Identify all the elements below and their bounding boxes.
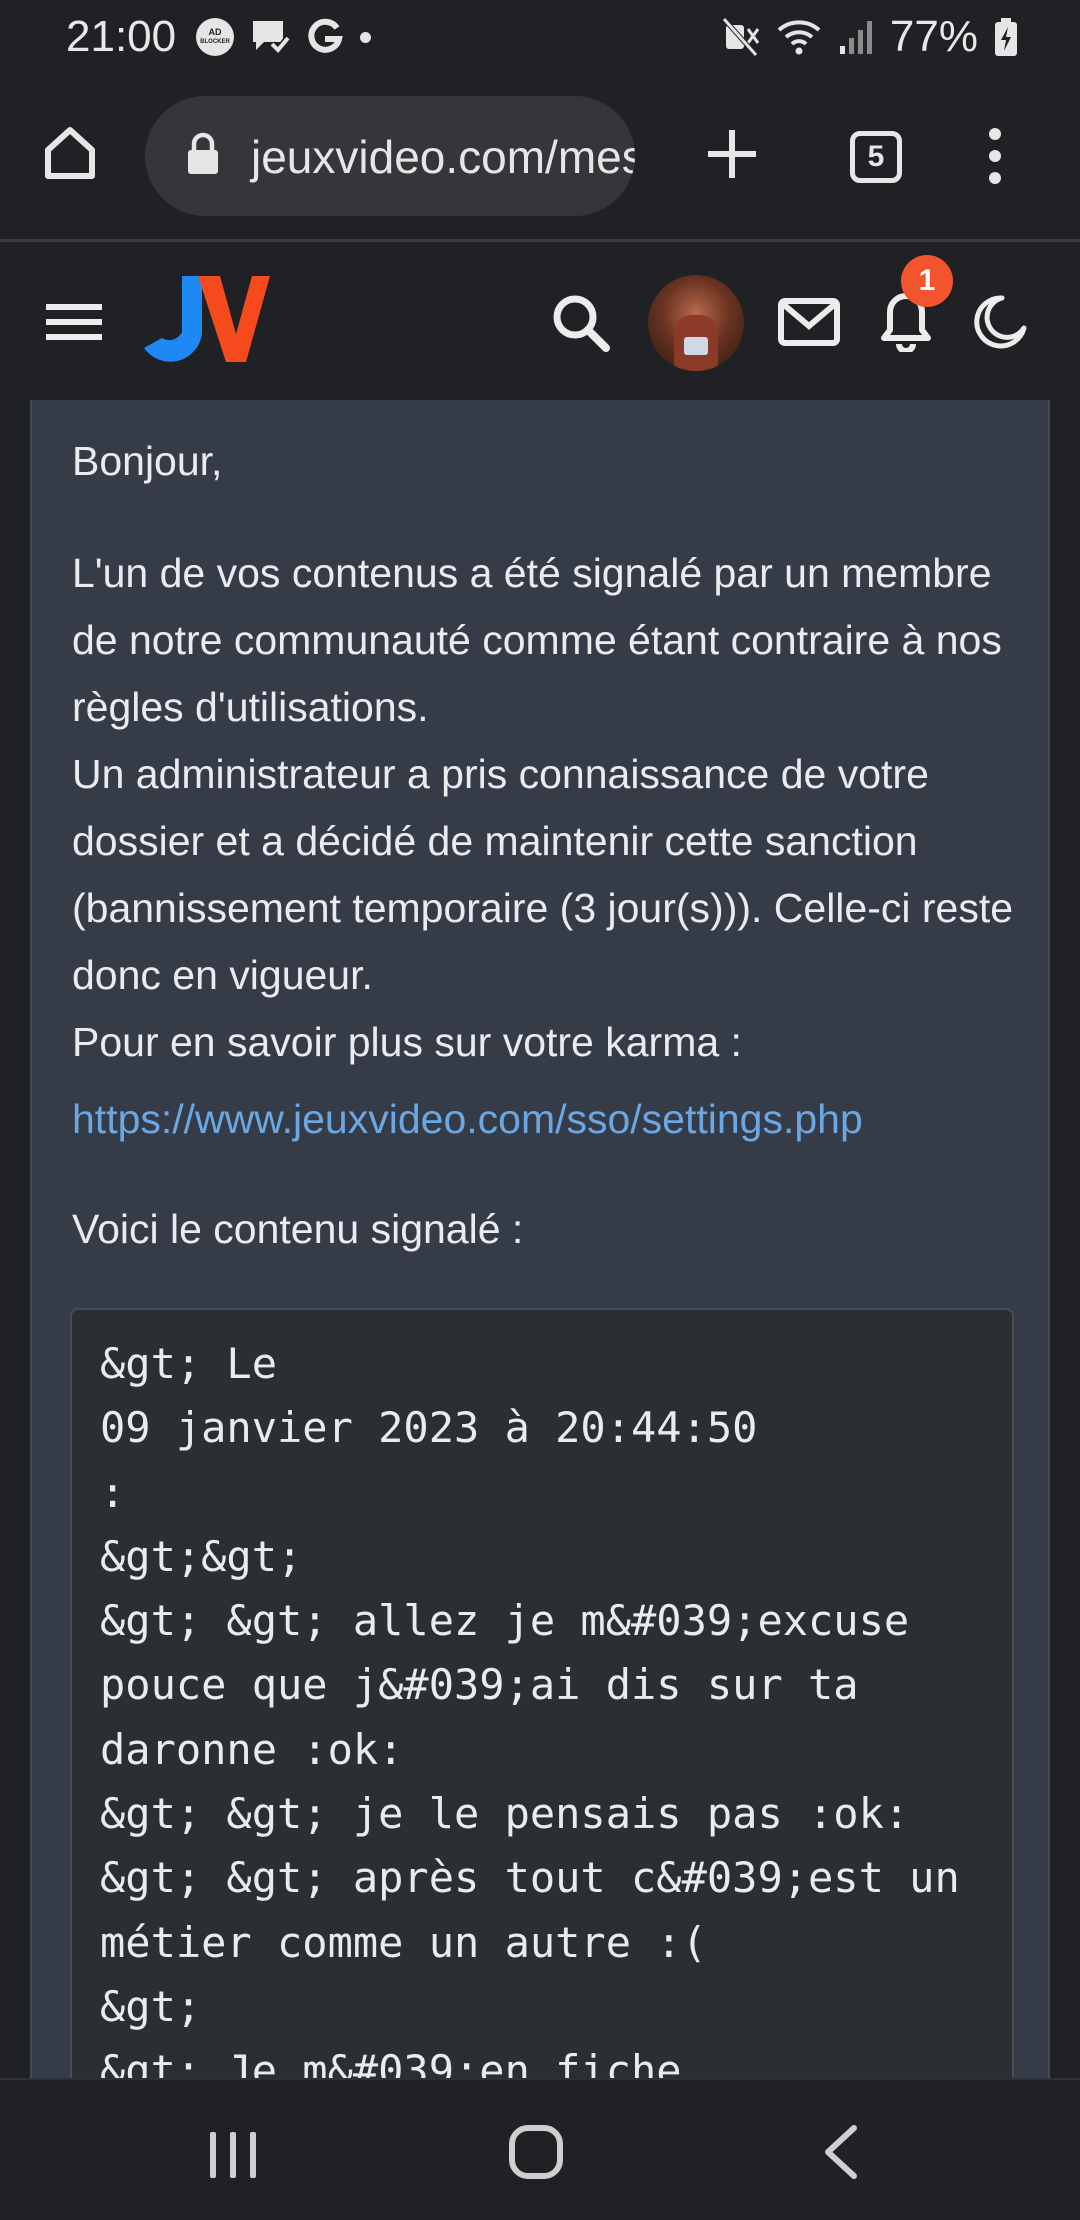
tab-switcher-button[interactable]: 5 — [850, 131, 902, 183]
wifi-icon — [777, 20, 821, 55]
status-time: 21:00 — [66, 12, 177, 61]
notification-count-badge: 1 — [901, 255, 953, 307]
message-icon — [253, 21, 290, 56]
avatar-detail — [684, 337, 708, 355]
status-bar: 21:00 AD BLOCKER 77% — [0, 0, 1080, 76]
message-card: Bonjour, L'un de vos contenus a été sign… — [30, 400, 1050, 2078]
notification-icons: AD BLOCKER — [196, 18, 371, 56]
home-nav-icon[interactable] — [508, 2124, 564, 2180]
new-tab-icon[interactable] — [704, 126, 760, 182]
reported-content-text: &gt; Le 09 janvier 2023 à 20:44:50 : &gt… — [100, 1339, 960, 2078]
back-icon[interactable] — [820, 2124, 860, 2180]
recent-apps-icon[interactable] — [208, 2130, 258, 2180]
lock-icon — [188, 132, 218, 174]
more-options-icon[interactable] — [985, 126, 1005, 186]
user-avatar[interactable] — [648, 275, 744, 371]
mute-icon — [722, 17, 760, 57]
home-icon[interactable] — [40, 122, 100, 182]
adblock-icon: AD BLOCKER — [196, 18, 234, 56]
battery-icon — [995, 18, 1017, 56]
message-body: L'un de vos contenus a été signalé par u… — [72, 550, 1014, 1065]
karma-settings-link[interactable]: https://www.jeuxvideo.com/sso/settings.p… — [72, 1086, 863, 1153]
google-icon — [308, 18, 343, 53]
message-greeting: Bonjour, — [72, 438, 223, 484]
system-icons: 77% — [722, 12, 1018, 62]
dark-mode-icon[interactable] — [972, 294, 1028, 350]
search-icon[interactable] — [550, 292, 612, 354]
mail-icon[interactable] — [778, 298, 840, 346]
jv-logo[interactable] — [140, 272, 270, 372]
dot-icon — [360, 31, 371, 43]
browser-toolbar: jeuxvideo.com/messages-privés 5 — [0, 76, 1080, 242]
url-text[interactable]: jeuxvideo.com/messages-privés — [251, 130, 635, 184]
battery-percent: 77% — [889, 12, 978, 61]
system-navigation-bar — [0, 2078, 1080, 2220]
reported-content-intro: Voici le contenu signalé : — [72, 1206, 524, 1252]
hamburger-menu-icon[interactable] — [46, 302, 102, 342]
reported-content-block: &gt; Le 09 janvier 2023 à 20:44:50 : &gt… — [70, 1308, 1014, 2078]
url-bar[interactable]: jeuxvideo.com/messages-privés — [145, 96, 635, 216]
message-content-area: Bonjour, L'un de vos contenus a été sign… — [0, 400, 1080, 2078]
signal-icon — [839, 21, 872, 54]
